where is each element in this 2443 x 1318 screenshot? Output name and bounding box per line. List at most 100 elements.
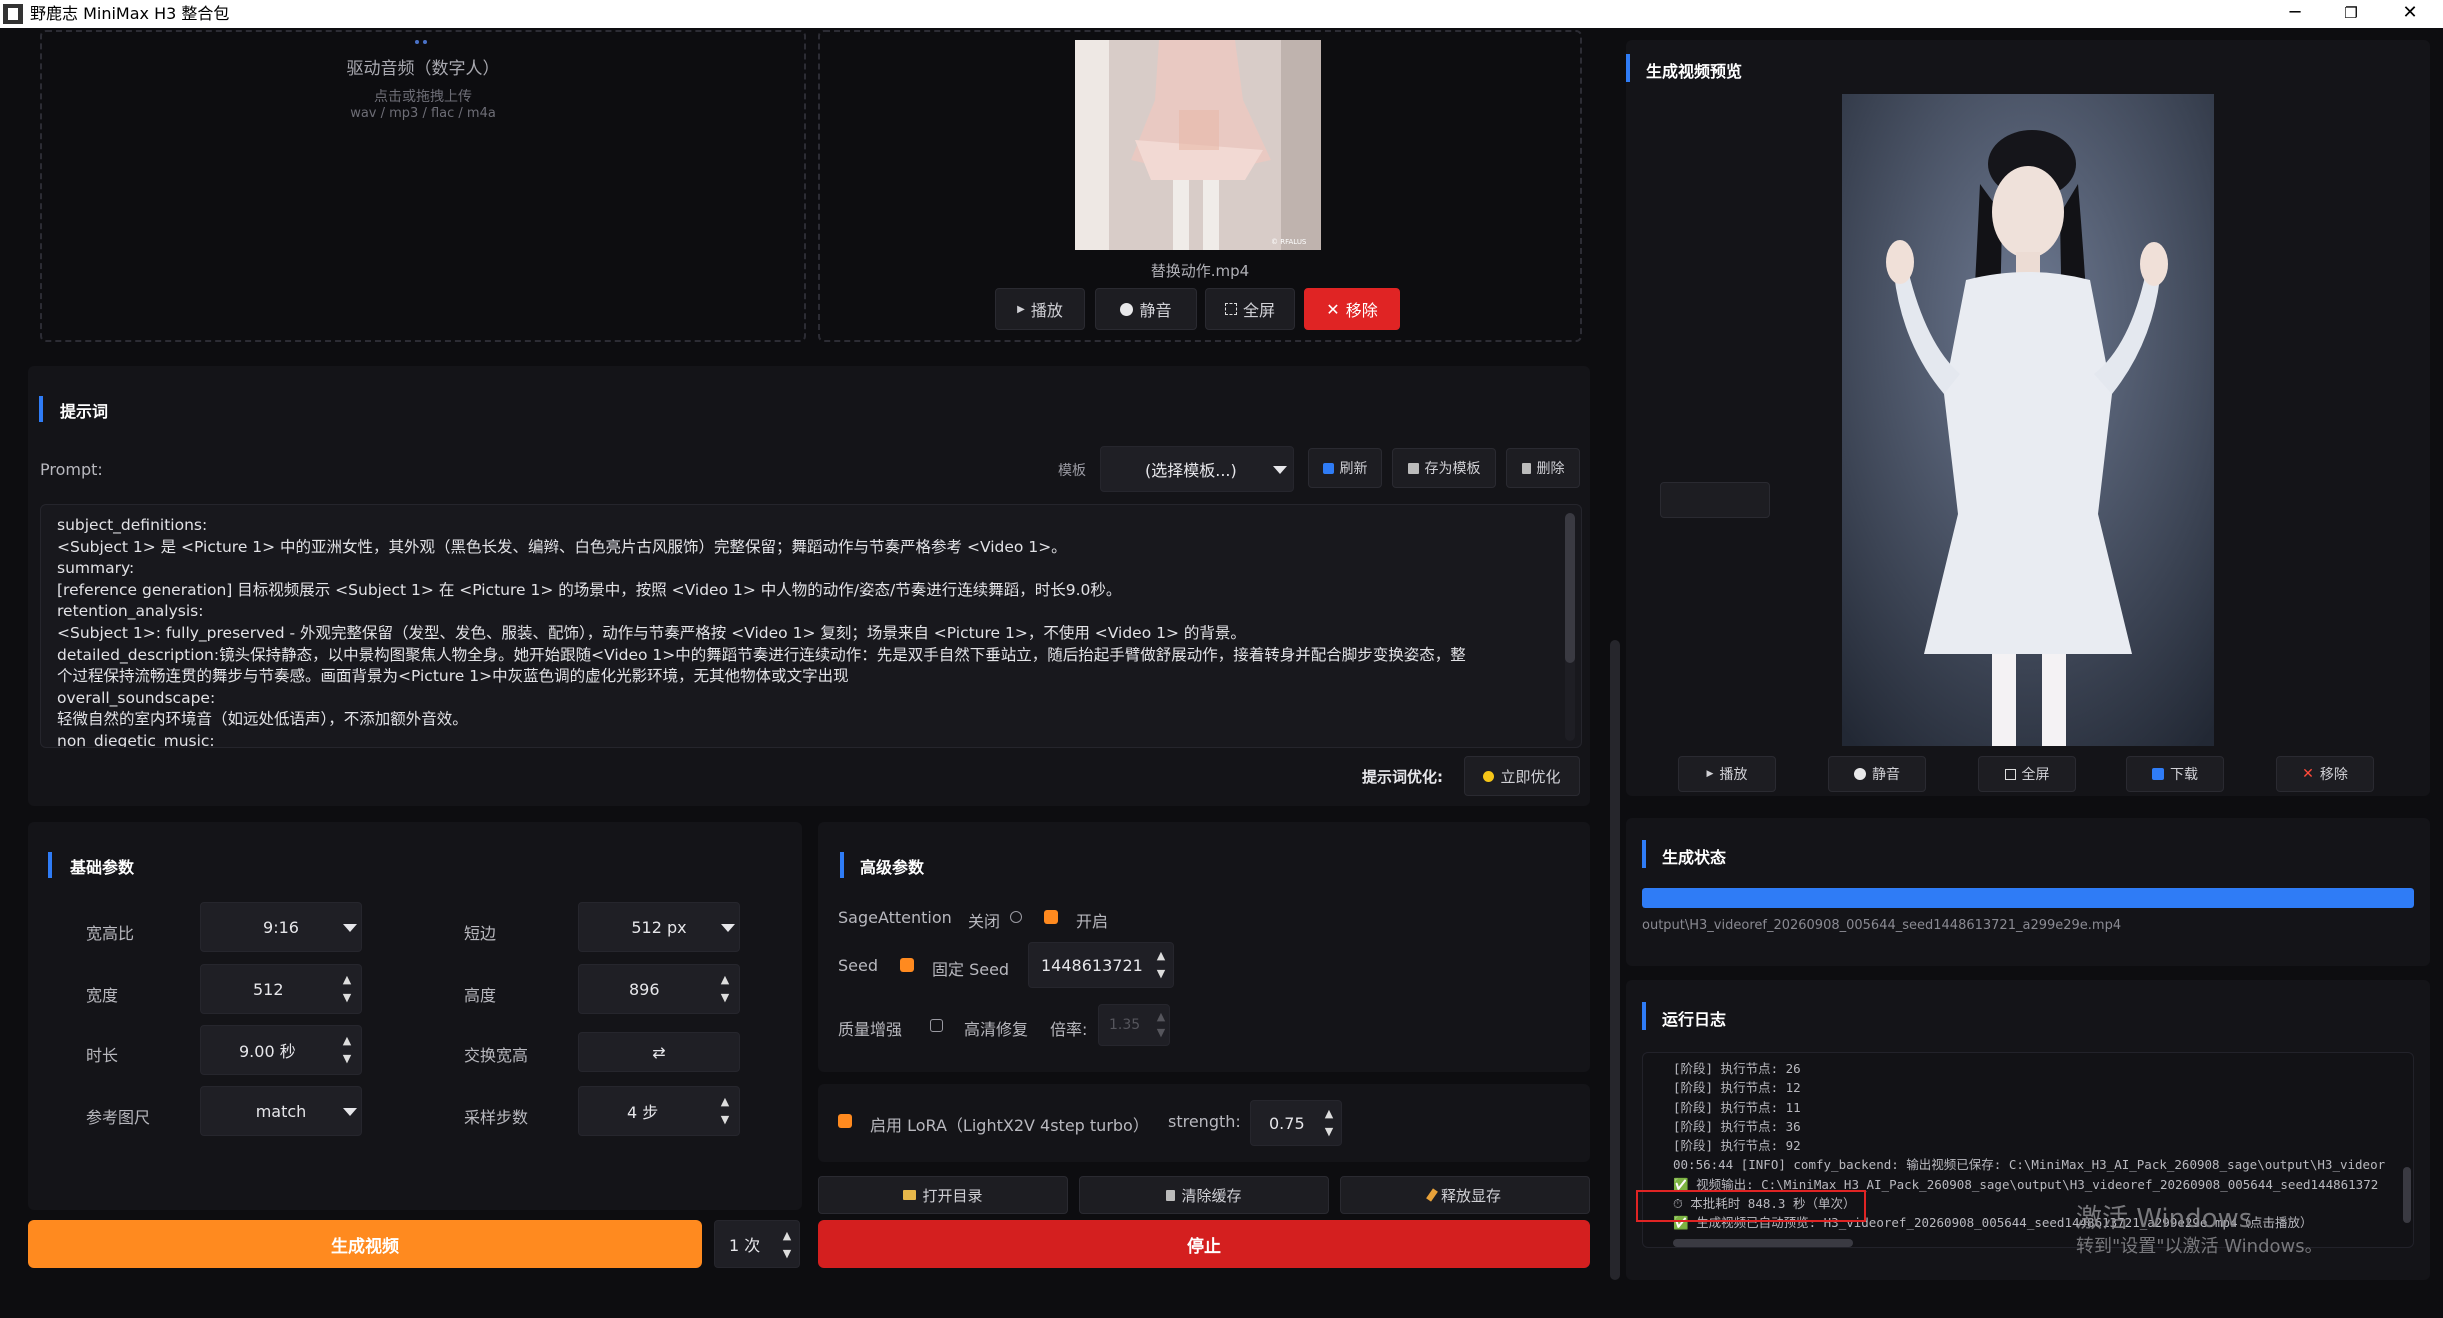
spin-up-icon[interactable]: ▲: [781, 1229, 793, 1243]
spin-up-icon[interactable]: ▲: [1155, 949, 1167, 963]
width-input[interactable]: 512 ▲ ▼: [200, 964, 362, 1014]
template-label: 模板: [1058, 463, 1086, 479]
ref-size-select[interactable]: match: [200, 1086, 362, 1136]
prompt-line: retention_analysis:: [57, 602, 204, 621]
template-refresh-button[interactable]: 刷新: [1308, 448, 1382, 488]
swap-icon: ⇄: [652, 1042, 666, 1062]
prompt-textarea[interactable]: subject_definitions: <Subject 1> 是 <Pict…: [40, 504, 1582, 748]
progress-bar-fill: [1642, 888, 2414, 908]
section-accent: [1626, 54, 1630, 82]
section-accent: [1642, 840, 1646, 868]
preview-download-button[interactable]: 下载: [2126, 756, 2224, 792]
spin-up-icon[interactable]: ▲: [341, 1034, 353, 1048]
spin-down-icon[interactable]: ▼: [1155, 1026, 1167, 1040]
play-icon: ▶: [1706, 769, 1714, 779]
clear-cache-button[interactable]: 清除缓存: [1079, 1176, 1329, 1214]
chevron-down-icon: [343, 924, 357, 932]
swap-dimensions-button[interactable]: ⇄: [578, 1032, 740, 1072]
preview-mute-button[interactable]: 静音: [1828, 756, 1926, 792]
spin-up-icon[interactable]: ▲: [719, 973, 731, 987]
spin-down-icon[interactable]: ▼: [1155, 967, 1167, 981]
seed-fixed-checkbox[interactable]: [900, 958, 914, 972]
video-play-button[interactable]: ▶ 播放: [995, 288, 1085, 330]
output-path: output\H3_videoref_20260908_005644_seed1…: [1642, 918, 2122, 933]
sage-on-label: 开启: [1076, 912, 1109, 931]
main-scrollbar-thumb[interactable]: [1610, 640, 1620, 1280]
spin-up-icon[interactable]: ▲: [719, 1095, 731, 1109]
strength-input[interactable]: 0.75 ▲ ▼: [1250, 1100, 1342, 1146]
video-remove-button[interactable]: ✕ 移除: [1304, 288, 1400, 330]
close-button[interactable]: ✕: [2387, 0, 2433, 28]
lora-enable-checkbox[interactable]: [838, 1114, 852, 1128]
sage-off-radio[interactable]: [1010, 911, 1022, 923]
strength-label: strength:: [1168, 1112, 1241, 1131]
optimize-now-button[interactable]: 立即优化: [1464, 756, 1580, 796]
template-select[interactable]: (选择模板...): [1100, 446, 1294, 492]
log-scrollbar-thumb[interactable]: [2403, 1167, 2411, 1223]
video-fullscreen-button[interactable]: 全屏: [1205, 288, 1295, 330]
section-accent: [1642, 1002, 1646, 1030]
lora-enable-label: 启用 LoRA（LightX2V 4step turbo）: [870, 1116, 1149, 1135]
preview-play-button[interactable]: ▶ 播放: [1678, 756, 1776, 792]
trash-icon: [1521, 462, 1531, 474]
aspect-ratio-select[interactable]: 9:16: [200, 902, 362, 952]
spin-up-icon[interactable]: ▲: [341, 973, 353, 987]
log-line: [阶段] 执行节点: 36: [1673, 1118, 1801, 1134]
height-input[interactable]: 896 ▲ ▼: [578, 964, 740, 1014]
video-preview-player[interactable]: [1842, 94, 2214, 746]
generate-video-button[interactable]: 生成视频: [28, 1220, 702, 1268]
activation-watermark-subtitle: 转到"设置"以激活 Windows。: [2076, 1236, 2323, 1257]
generate-count-input[interactable]: 1 次 ▲ ▼: [714, 1220, 800, 1268]
preview-fullscreen-button[interactable]: 全屏: [1978, 756, 2076, 792]
drag-dots-icon: [415, 40, 429, 46]
download-icon: [2152, 768, 2164, 780]
spin-down-icon[interactable]: ▼: [719, 1113, 731, 1127]
app-icon: [3, 4, 23, 24]
audio-upload-zone[interactable]: 驱动音频（数字人） 点击或拖拽上传 wav / mp3 / flac / m4a: [40, 30, 806, 342]
prompt-line: detailed_description:镜头保持静态，以中景构图聚焦人物全身。…: [57, 645, 1466, 664]
preview-panel: 生成视频预览: [1626, 40, 2430, 796]
restore-button[interactable]: ❐: [2328, 0, 2374, 28]
free-vram-button[interactable]: 释放显存: [1340, 1176, 1590, 1214]
preview-remove-button[interactable]: ✕ 移除: [2276, 756, 2374, 792]
duration-input[interactable]: 9.00 秒 ▲ ▼: [200, 1025, 362, 1075]
log-line: [阶段] 执行节点: 12: [1673, 1080, 1801, 1096]
prompt-scrollbar-track[interactable]: [1565, 513, 1575, 741]
log-hscrollbar-thumb[interactable]: [1673, 1239, 1853, 1247]
spin-down-icon[interactable]: ▼: [341, 991, 353, 1005]
video-mute-button[interactable]: 静音: [1095, 288, 1197, 330]
spin-down-icon[interactable]: ▼: [1323, 1125, 1335, 1139]
prompt-section-title: 提示词: [60, 402, 109, 421]
prompt-line: <Subject 1> 是 <Picture 1> 中的亚洲女性，其外观（黑色长…: [57, 537, 1067, 556]
sage-on-radio[interactable]: [1044, 910, 1058, 924]
prompt-line: summary:: [57, 559, 135, 578]
log-line: [阶段] 执行节点: 26: [1673, 1061, 1801, 1076]
open-directory-button[interactable]: 打开目录: [818, 1176, 1068, 1214]
save-template-button[interactable]: 存为模板: [1392, 448, 1496, 488]
spin-down-icon[interactable]: ▼: [719, 991, 731, 1005]
spin-down-icon[interactable]: ▼: [781, 1247, 793, 1261]
delete-template-button[interactable]: 删除: [1506, 448, 1580, 488]
spin-up-icon[interactable]: ▲: [1323, 1107, 1335, 1121]
close-icon: ✕: [1326, 299, 1340, 319]
trash-icon: [1166, 1189, 1176, 1201]
sampling-steps-input[interactable]: 4 步 ▲ ▼: [578, 1086, 740, 1136]
lora-panel: 启用 LoRA（LightX2V 4step turbo） strength: …: [818, 1084, 1590, 1162]
prompt-line: 个过程保持流畅连贯的舞步与节奏感。画面背景为<Picture 1>中灰蓝色调的虚…: [57, 667, 849, 686]
spin-down-icon[interactable]: ▼: [341, 1052, 353, 1066]
scale-input[interactable]: 1.35 ▲ ▼: [1098, 1004, 1170, 1046]
quality-enhance-label: 质量增强: [838, 1020, 903, 1039]
prompt-scrollbar-thumb[interactable]: [1565, 513, 1575, 663]
minimize-button[interactable]: ─: [2272, 0, 2318, 28]
short-edge-select[interactable]: 512 px: [578, 902, 740, 952]
hires-fix-checkbox[interactable]: [930, 1019, 943, 1032]
play-icon: ▶: [1017, 303, 1025, 315]
seed-input[interactable]: 1448613721 ▲ ▼: [1028, 942, 1174, 988]
video-reference-zone: © RFALUS 替换动作.mp4 ▶ 播放 静音 全屏 ✕ 移除: [818, 30, 1582, 342]
prompt-line: non_diegetic_music:: [57, 731, 215, 748]
lightbulb-icon: [1483, 770, 1495, 782]
spin-up-icon[interactable]: ▲: [1155, 1010, 1167, 1024]
stop-button[interactable]: 停止: [818, 1220, 1590, 1268]
prompt-line: <Subject 1>: fully_preserved - 外观完整保留（发型…: [57, 623, 1246, 642]
advanced-params-panel: 高级参数 SageAttention 关闭 开启 Seed 固定 Seed 14…: [818, 822, 1590, 1072]
